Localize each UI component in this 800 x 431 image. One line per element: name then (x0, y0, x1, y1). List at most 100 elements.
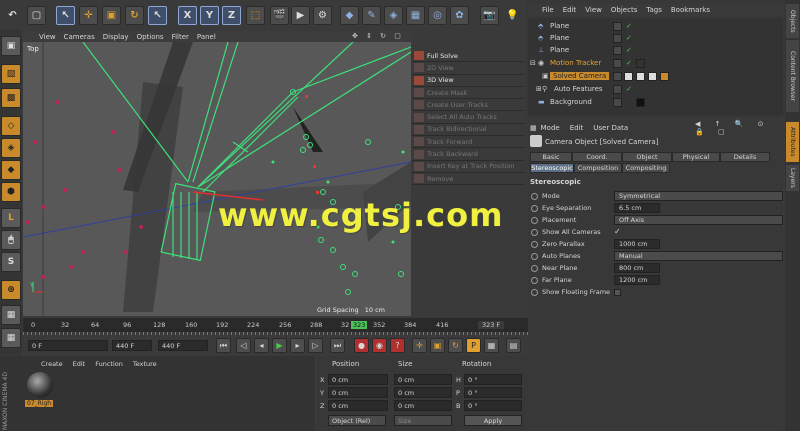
enable-axis-button[interactable]: L (1, 208, 21, 228)
remove-button[interactable]: Remove (412, 173, 524, 186)
coord-mode-select[interactable]: Object (Rel) (328, 415, 386, 426)
grid-button[interactable]: ▦ (1, 328, 21, 348)
timeline-button[interactable]: ▤ (506, 338, 521, 353)
cube-icon[interactable]: ◆ (340, 6, 359, 25)
tab-compositing[interactable]: Compositing (622, 163, 670, 173)
object-row-plane-2[interactable]: ⬘ Plane ✓ (528, 32, 783, 44)
far-plane-field[interactable]: 1200 cm (614, 275, 660, 285)
pos-x-field[interactable]: 0 cm (328, 374, 388, 385)
visibility-dots[interactable] (613, 58, 622, 68)
visibility-dots[interactable] (613, 71, 622, 81)
camera-icon[interactable]: 📷 (480, 6, 499, 25)
attr-menu-user-data[interactable]: User Data (593, 124, 628, 132)
check-icon[interactable]: ✓ (626, 34, 632, 42)
go-to-start-button[interactable]: ⏮ (216, 338, 231, 353)
lock-workplane-button[interactable]: ⊕ (1, 280, 21, 300)
om-menu-tags[interactable]: Tags (646, 6, 662, 14)
viewport-nav-icons[interactable]: ✥ ⇕ ↻ ▢ (352, 32, 407, 41)
material-name[interactable]: 07_Righ (25, 400, 54, 407)
near-plane-field[interactable]: 800 cm (614, 263, 660, 273)
keyframe-selection-button[interactable]: ? (390, 338, 405, 353)
viewport-menu-view[interactable]: View (39, 33, 56, 41)
mat-menu-texture[interactable]: Texture (133, 360, 157, 368)
size-y-field[interactable]: 0 cm (394, 387, 452, 398)
render-picture-viewer-button[interactable]: ▶ (291, 6, 310, 25)
viewport-menu-filter[interactable]: Filter (172, 33, 189, 41)
apply-button[interactable]: Apply (464, 415, 522, 426)
camera-tag-icon[interactable] (624, 71, 633, 81)
size-z-field[interactable]: 0 cm (394, 400, 452, 411)
go-to-next-key-button[interactable]: ▷ (308, 338, 323, 353)
step-back-button[interactable]: ◂ (254, 338, 269, 353)
tab-physical[interactable]: Physical (672, 152, 720, 162)
texture-mode-button[interactable]: ▧ (1, 64, 21, 84)
om-menu-edit[interactable]: Edit (563, 6, 577, 14)
viewport-menu-options[interactable]: Options (137, 33, 164, 41)
object-row-motion-tracker[interactable]: ⊟ ◉ Motion Tracker ✓ (528, 57, 783, 69)
zero-parallax-field[interactable]: 1000 cm (614, 239, 660, 249)
coordinate-system-button[interactable]: ⬚ (246, 6, 265, 25)
tracker-tag-icon[interactable] (636, 58, 645, 68)
check-icon[interactable]: ✓ (626, 22, 632, 30)
animate-dot-icon[interactable] (531, 276, 538, 284)
visibility-dots[interactable] (613, 33, 622, 43)
pos-z-field[interactable]: 0 cm (328, 400, 388, 411)
current-frame-field[interactable]: 0 F (28, 340, 108, 351)
animate-dot-icon[interactable] (531, 192, 538, 200)
axis-mode-button[interactable]: ⬢ (1, 182, 21, 202)
viewport-menu-cameras[interactable]: Cameras (64, 33, 95, 41)
show-floating-frame-checkbox[interactable] (614, 289, 621, 296)
undo-button[interactable]: ↶ (3, 6, 22, 25)
track-forward-button[interactable]: Track Forward (412, 136, 524, 149)
show-all-cameras-checkbox[interactable]: ✓ (614, 227, 621, 236)
select-all-auto-tracks-button[interactable]: Select All Auto Tracks (412, 111, 524, 124)
rotate-tool-button[interactable]: ↻ (125, 6, 144, 25)
check-icon[interactable]: ✓ (626, 59, 632, 67)
edges-mode-button[interactable]: ◈ (1, 138, 21, 158)
om-menu-view[interactable]: View (585, 6, 602, 14)
animate-dot-icon[interactable] (531, 204, 538, 212)
recent-tool-button[interactable]: ↖ (148, 6, 167, 25)
tweak-mode-button[interactable]: 🖱 (1, 230, 21, 250)
visibility-dots[interactable] (613, 21, 622, 31)
animate-dot-icon[interactable] (531, 264, 538, 272)
material-swatch[interactable] (27, 372, 53, 398)
mat-menu-edit[interactable]: Edit (73, 360, 86, 368)
animate-dot-icon[interactable] (531, 288, 538, 296)
tab-composition[interactable]: Composition (574, 163, 622, 173)
move-tool-button[interactable]: ✛ (79, 6, 98, 25)
size-mode-select[interactable]: Size (394, 415, 452, 426)
material-tag-icon[interactable] (636, 97, 645, 107)
size-x-field[interactable]: 0 cm (394, 374, 452, 385)
tab-objects-side[interactable]: Objects (786, 4, 799, 38)
workplane-mode-button[interactable]: ▩ (1, 88, 21, 108)
create-mask-button[interactable]: Create Mask (412, 87, 524, 100)
object-row-plane-1[interactable]: ⬘ Plane ✓ (528, 20, 783, 32)
rot-p-field[interactable]: 0 ° (464, 387, 522, 398)
render-view-button[interactable]: 🎬 (270, 6, 289, 25)
rot-h-field[interactable]: 0 ° (464, 374, 522, 385)
insert-key-button[interactable]: Insert Key at Track Position (412, 161, 524, 173)
check-icon[interactable]: ✓ (626, 46, 632, 54)
tab-content-browser-side[interactable]: Content Browser (786, 40, 799, 112)
animate-dot-icon[interactable] (531, 240, 538, 248)
stabilize-tag-icon[interactable] (648, 71, 657, 81)
viewport-menu-display[interactable]: Display (103, 33, 129, 41)
track-bidirectional-button[interactable]: Track Bidirectional (412, 124, 524, 137)
model-mode-button[interactable]: ▣ (1, 36, 21, 56)
attr-menu-mode[interactable]: Mode (541, 124, 560, 132)
param-key-button[interactable]: P (466, 338, 481, 353)
eye-separation-field[interactable]: 6.5 cm (614, 203, 660, 213)
polygons-mode-button[interactable]: ◆ (1, 160, 21, 180)
array-icon[interactable]: ▦ (406, 6, 425, 25)
redo-button[interactable]: ▢ (27, 6, 46, 25)
scene-icon[interactable]: ✿ (450, 6, 469, 25)
scale-key-button[interactable]: ▣ (430, 338, 445, 353)
placement-select[interactable]: Off Axis (614, 215, 783, 225)
om-menu-bookmarks[interactable]: Bookmarks (671, 6, 710, 14)
viewport-menu-panel[interactable]: Panel (197, 33, 216, 41)
timeline-current-marker[interactable]: 323 (351, 321, 368, 329)
om-menu-file[interactable]: File (542, 6, 554, 14)
tab-attributes-side[interactable]: Attributes (786, 122, 799, 162)
light-icon[interactable]: 💡 (503, 6, 522, 25)
